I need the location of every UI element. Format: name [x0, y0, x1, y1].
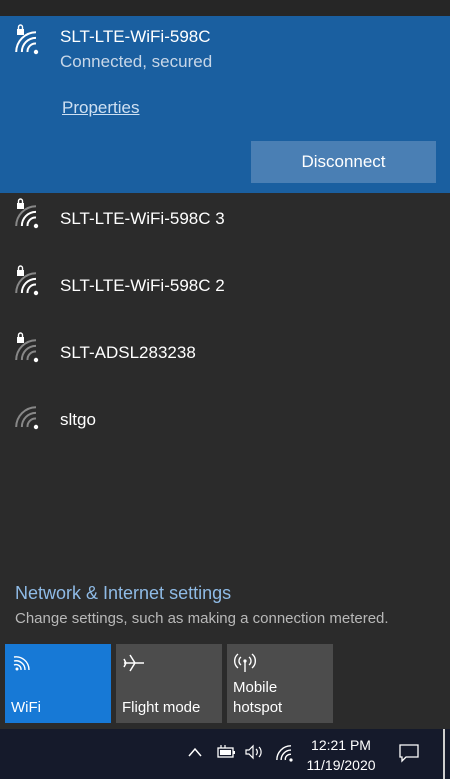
network-item[interactable]: SLT-LTE-WiFi-598C 2: [0, 255, 450, 321]
properties-link[interactable]: Properties: [62, 98, 139, 118]
secured-wifi-icon: [14, 265, 48, 299]
flight-mode-tile[interactable]: Flight mode: [116, 644, 222, 723]
tile-label: Mobile hotspot: [233, 679, 283, 716]
airplane-icon: [122, 652, 146, 679]
disconnect-button[interactable]: Disconnect: [251, 141, 436, 183]
mobile-hotspot-tile[interactable]: Mobile hotspot: [227, 644, 333, 723]
volume-icon[interactable]: [244, 744, 266, 765]
network-name: SLT-LTE-WiFi-598C 3: [60, 209, 225, 228]
network-settings-description: Change settings, such as making a connec…: [15, 610, 389, 627]
tile-label: Flight mode: [122, 699, 201, 716]
clock-date: 11/19/2020: [306, 757, 376, 773]
network-item[interactable]: SLT-LTE-WiFi-598C 3: [0, 188, 450, 254]
network-wifi-icon[interactable]: [276, 742, 298, 769]
connected-network-panel[interactable]: SLT-LTE-WiFi-598C Connected, secured Pro…: [0, 16, 450, 193]
taskbar-clock[interactable]: 12:21 PM 11/19/2020: [300, 735, 382, 775]
network-item[interactable]: SLT-ADSL283238: [0, 322, 450, 388]
secured-wifi-icon: [14, 24, 48, 58]
clock-time: 12:21 PM: [311, 737, 371, 753]
connected-network-name: SLT-LTE-WiFi-598C: [60, 27, 211, 46]
action-center-icon[interactable]: [398, 742, 420, 769]
network-item[interactable]: sltgo: [0, 389, 450, 455]
tile-label: WiFi: [11, 699, 41, 716]
network-settings-link[interactable]: Network & Internet settings: [15, 583, 231, 604]
top-strip: [0, 0, 450, 16]
taskbar: 12:21 PM 11/19/2020: [0, 729, 450, 779]
show-hidden-icons-chevron-icon[interactable]: [187, 745, 203, 763]
secured-wifi-icon: [14, 198, 48, 232]
network-name: sltgo: [60, 410, 96, 429]
hotspot-icon: [233, 652, 257, 679]
wifi-icon: [11, 652, 33, 679]
battery-icon[interactable]: [215, 744, 237, 765]
wifi-toggle-tile[interactable]: WiFi: [5, 644, 111, 723]
network-name: SLT-LTE-WiFi-598C 2: [60, 276, 225, 295]
taskbar-edge-divider: [443, 729, 445, 779]
wifi-icon: [14, 399, 48, 433]
connection-status: Connected, secured: [60, 52, 213, 71]
secured-wifi-icon: [14, 332, 48, 366]
network-name: SLT-ADSL283238: [60, 343, 196, 362]
